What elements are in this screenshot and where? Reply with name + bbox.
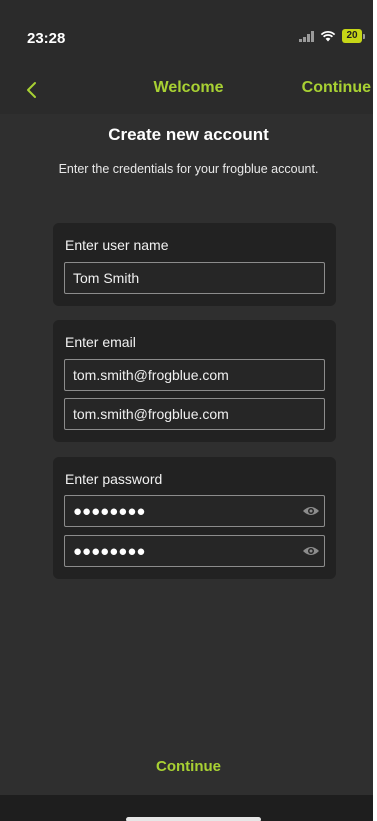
signal-icon <box>299 30 314 42</box>
email-label: Enter email <box>65 334 136 350</box>
nav-continue-button[interactable]: Continue <box>302 79 371 97</box>
wifi-icon <box>320 30 336 42</box>
email-input[interactable]: tom.smith@frogblue.com <box>64 359 325 391</box>
password-confirm-mask: ●●●●●●●● <box>73 542 146 560</box>
status-icons: 20 <box>299 29 365 43</box>
password-card: Enter password ●●●●●●●● ●●●●●●●● <box>53 457 336 579</box>
page-subtitle: Enter the credentials for your frogblue … <box>58 162 319 176</box>
bottom-bar <box>0 795 377 821</box>
battery-icon: 20 <box>342 29 365 43</box>
password-input[interactable]: ●●●●●●●● <box>64 495 325 527</box>
screen-edge <box>373 0 377 821</box>
email-confirm-input[interactable]: tom.smith@frogblue.com <box>64 398 325 430</box>
eye-icon[interactable] <box>302 544 320 558</box>
username-card: Enter user name Tom Smith <box>53 223 336 306</box>
password-mask: ●●●●●●●● <box>73 502 146 520</box>
username-input[interactable]: Tom Smith <box>64 262 325 294</box>
email-value: tom.smith@frogblue.com <box>73 367 229 383</box>
eye-icon[interactable] <box>302 504 320 518</box>
battery-level: 20 <box>342 29 362 43</box>
status-time: 23:28 <box>27 30 66 47</box>
password-confirm-input[interactable]: ●●●●●●●● <box>64 535 325 567</box>
continue-button[interactable]: Continue <box>0 758 377 775</box>
nav-bar: Welcome Continue <box>0 66 377 114</box>
home-indicator[interactable] <box>126 817 261 821</box>
username-value: Tom Smith <box>73 270 140 286</box>
page-title: Create new account <box>108 125 269 144</box>
password-label: Enter password <box>65 471 163 487</box>
chevron-left-icon[interactable] <box>20 78 44 102</box>
status-bar: 23:28 20 <box>0 0 377 66</box>
username-label: Enter user name <box>65 237 169 253</box>
email-card: Enter email tom.smith@frogblue.com tom.s… <box>53 320 336 442</box>
email-confirm-value: tom.smith@frogblue.com <box>73 406 229 422</box>
